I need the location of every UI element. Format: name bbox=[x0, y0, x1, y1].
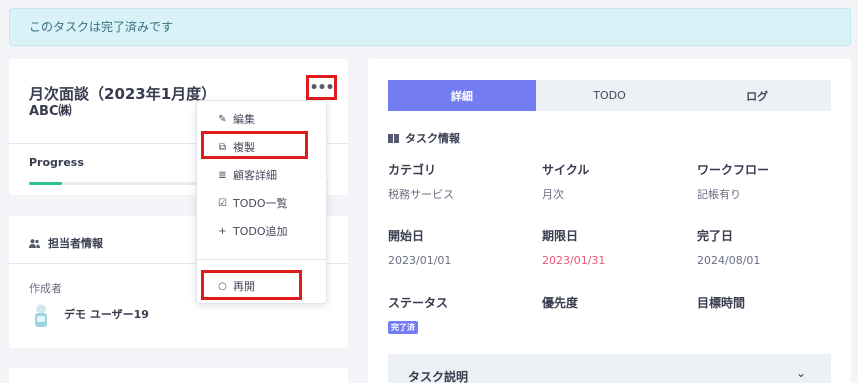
due-date-label: 期限日 bbox=[542, 229, 579, 243]
chevron-down-icon: ⌄ bbox=[796, 366, 807, 380]
menu-item-label: 顧客詳細 bbox=[233, 169, 277, 182]
menu-item-reopen[interactable]: ○ 再開 bbox=[217, 277, 255, 295]
avatar bbox=[35, 304, 47, 327]
owner-heading-text: 担当者情報 bbox=[48, 237, 103, 250]
plus-icon: + bbox=[218, 225, 227, 237]
task-client: ABC㈱ bbox=[29, 104, 72, 119]
more-icon: ••• bbox=[309, 79, 335, 96]
tab-detail[interactable]: 詳細 bbox=[388, 80, 536, 111]
task-actions-menu: ✎ 編集 ⧉ 複製 ≣ 顧客詳細 ☑ TODO一覧 + TODO追加 ○ 再開 bbox=[196, 100, 327, 304]
creator-name: デモ ユーザー19 bbox=[64, 308, 149, 321]
priority-label: 優先度 bbox=[542, 296, 579, 310]
task-description-title: タスク説明 bbox=[408, 370, 469, 383]
menu-item-duplicate[interactable]: ⧉ 複製 bbox=[217, 138, 255, 156]
menu-item-label: TODO追加 bbox=[233, 225, 288, 238]
completed-alert: このタスクは完了済みです bbox=[9, 8, 851, 46]
menu-item-edit[interactable]: ✎ 編集 bbox=[217, 110, 255, 128]
progress-bar-fill bbox=[29, 182, 62, 185]
task-detail-card: 詳細 TODO ログ タスク情報 カテゴリ 税務サービス サイクル 月次 ワーク… bbox=[368, 59, 851, 383]
menu-item-label: 編集 bbox=[233, 113, 255, 126]
progress-label: Progress bbox=[29, 156, 84, 169]
more-options-button[interactable]: ••• bbox=[306, 75, 337, 100]
workflow-value: 記帳有り bbox=[697, 188, 741, 201]
lower-card bbox=[9, 368, 348, 383]
due-date-value: 2023/01/31 bbox=[542, 254, 606, 267]
done-date-label: 完了日 bbox=[697, 229, 734, 243]
detail-tabs: 詳細 TODO ログ bbox=[388, 80, 831, 111]
task-info-heading: タスク情報 bbox=[388, 130, 460, 146]
target-time-label: 目標時間 bbox=[697, 296, 746, 310]
menu-item-label: TODO一覧 bbox=[233, 197, 288, 210]
category-label: カテゴリ bbox=[388, 163, 437, 177]
checkbox-icon: ☑ bbox=[218, 197, 227, 209]
start-date-value: 2023/01/01 bbox=[388, 254, 452, 267]
copy-icon: ⧉ bbox=[218, 141, 227, 153]
task-info-heading-text: タスク情報 bbox=[405, 132, 460, 145]
circle-icon: ○ bbox=[218, 280, 227, 292]
menu-item-label: 再開 bbox=[233, 280, 255, 293]
tab-todo[interactable]: TODO bbox=[536, 80, 684, 111]
menu-item-todo-add[interactable]: + TODO追加 bbox=[217, 222, 288, 240]
book-icon bbox=[388, 134, 399, 143]
creator-label: 作成者 bbox=[29, 282, 62, 295]
workflow-label: ワークフロー bbox=[697, 163, 770, 177]
cycle-value: 月次 bbox=[542, 188, 564, 201]
category-value: 税務サービス bbox=[388, 188, 454, 201]
task-description-toggle[interactable]: タスク説明 ⌄ bbox=[388, 354, 831, 383]
list-icon: ≣ bbox=[218, 169, 227, 181]
menu-divider bbox=[197, 259, 326, 260]
menu-item-client-detail[interactable]: ≣ 顧客詳細 bbox=[217, 166, 277, 184]
owner-heading: 担当者情報 bbox=[29, 235, 103, 251]
done-date-value: 2024/08/01 bbox=[697, 254, 761, 267]
tab-log[interactable]: ログ bbox=[683, 80, 831, 111]
menu-item-todo-list[interactable]: ☑ TODO一覧 bbox=[217, 194, 288, 212]
people-icon bbox=[29, 238, 40, 248]
status-label: ステータス bbox=[388, 296, 449, 310]
start-date-label: 開始日 bbox=[388, 229, 425, 243]
menu-item-label: 複製 bbox=[233, 141, 255, 154]
pencil-icon: ✎ bbox=[218, 113, 227, 125]
cycle-label: サイクル bbox=[542, 163, 590, 177]
status-badge: 完了済 bbox=[388, 321, 418, 334]
